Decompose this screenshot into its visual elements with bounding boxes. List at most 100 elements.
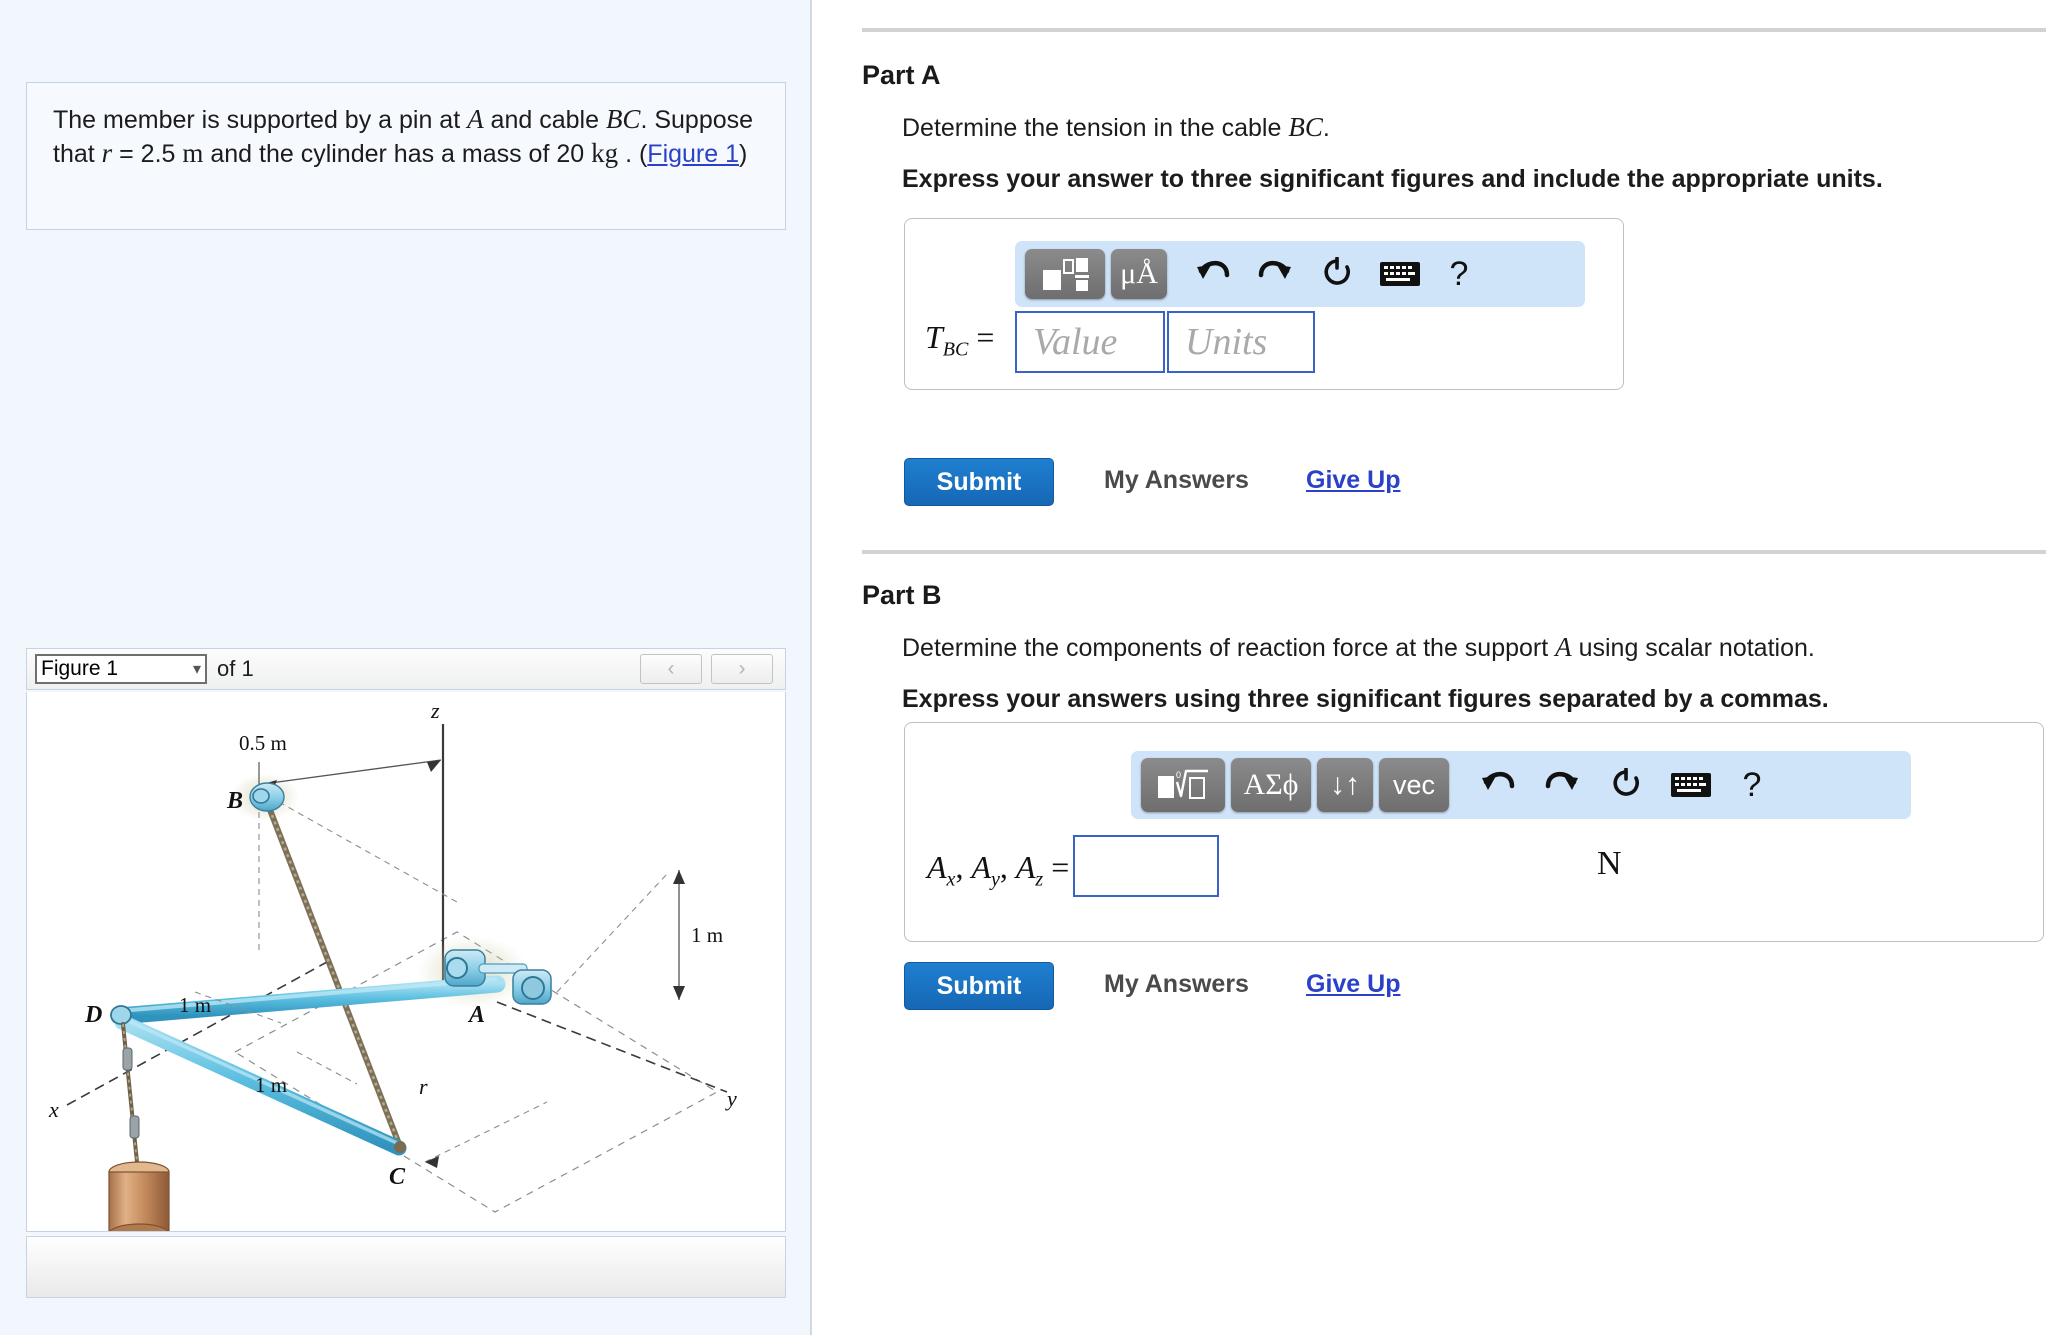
part-b-title: Part B <box>862 580 942 610</box>
part-b-answer-box: 0 ΑΣϕ ↓↑ vec ? Ax, Ay, Az = N <box>904 722 2044 942</box>
reset-icon[interactable] <box>1597 758 1655 812</box>
part-a-submit-button[interactable]: Submit <box>904 458 1054 506</box>
keyboard-icon[interactable] <box>1661 758 1721 812</box>
part-b-question: Determine the components of reaction for… <box>902 632 1815 663</box>
part-b-instruction: Express your answers using three signifi… <box>902 685 1829 713</box>
cable-d-cylinder <box>121 1022 140 1164</box>
divider-part-a <box>862 28 2046 32</box>
undo-glyph <box>1197 261 1230 279</box>
part-b-label-ay: A <box>971 849 991 885</box>
problem-var-bc: BC <box>605 104 641 134</box>
dimension-label-r: r <box>419 1074 428 1099</box>
axis-label-y: y <box>725 1086 737 1111</box>
dimension-1m-lower: 1 m <box>255 1051 358 1097</box>
divider-part-b <box>862 550 2046 554</box>
problem-text-5: and the cylinder has a mass of 20 <box>203 140 592 168</box>
part-a-label-sub: BC <box>942 338 969 361</box>
figure-count-label: of 1 <box>217 656 254 681</box>
figure-select-dropdown[interactable]: Figure 1 ▾ <box>35 654 207 684</box>
axis-label-z: z <box>430 698 440 723</box>
problem-text-2: and cable <box>483 106 606 134</box>
vector-icon[interactable]: vec <box>1379 758 1449 812</box>
figure-1-link[interactable]: Figure 1 <box>647 140 739 168</box>
figure-canvas: z x y 0.5 m 1 m B A D C 1 m 1 m r <box>26 692 786 1232</box>
chevron-down-icon: ▾ <box>192 661 201 678</box>
page-root: The member is supported by a pin at A an… <box>0 0 2046 1335</box>
part-b-submit-button[interactable]: Submit <box>904 962 1054 1010</box>
axis-y <box>496 1001 728 1093</box>
point-label-d: D <box>84 1002 102 1028</box>
right-panel: Part A Determine the tension in the cabl… <box>814 0 2046 1335</box>
part-a-question: Determine the tension in the cable BC. <box>902 112 1330 143</box>
part-b-unit-label: N <box>1597 845 1622 882</box>
keyboard-icon[interactable] <box>1371 249 1429 299</box>
problem-text-6: . ( <box>618 140 648 168</box>
redo-glyph <box>1545 772 1578 790</box>
point-label-a: A <box>467 1002 485 1028</box>
part-b-my-answers-link[interactable]: My Answers <box>1104 970 1249 999</box>
part-a-question-end: . <box>1322 114 1330 142</box>
part-a-answer-box: μÅ ? TBC = Value Units <box>904 218 1624 390</box>
part-a-instruction: Express your answer to three significant… <box>902 165 1883 193</box>
undo-glyph <box>1482 772 1515 790</box>
arrows-icon[interactable]: ↓↑ <box>1317 758 1373 812</box>
help-icon[interactable]: ? <box>1727 758 1777 812</box>
sqrt-template-icon[interactable]: 0 <box>1141 758 1225 812</box>
part-a-units-input[interactable]: Units <box>1167 311 1315 373</box>
units-icon[interactable]: μÅ <box>1111 249 1167 299</box>
part-a-toolbar: μÅ ? <box>1015 241 1585 307</box>
reset-icon[interactable] <box>1309 249 1365 299</box>
figure-select-value: Figure 1 <box>41 657 119 680</box>
part-a-my-answers-link[interactable]: My Answers <box>1104 466 1249 495</box>
axis-x <box>66 961 328 1106</box>
dimension-label-1m-upper: 1 m <box>179 993 211 1017</box>
redo-glyph <box>1258 261 1291 279</box>
problem-text-7: ) <box>739 140 748 168</box>
help-icon[interactable]: ? <box>1435 249 1483 299</box>
part-a-value-input[interactable]: Value <box>1015 311 1165 373</box>
part-a-label-t: T <box>925 319 943 355</box>
reset-glyph <box>1324 257 1350 285</box>
pin-support-d <box>110 1005 132 1025</box>
redo-icon[interactable] <box>1533 758 1591 812</box>
template-glyph <box>1043 258 1089 291</box>
dimension-1m-vertical: 1 m <box>673 870 723 1000</box>
point-c <box>394 1141 406 1153</box>
part-b-label-az: A <box>1015 849 1036 885</box>
figure-next-button[interactable]: › <box>711 654 773 684</box>
part-a-question-var: BC <box>1288 112 1323 142</box>
figure-footer-bar <box>26 1236 786 1298</box>
figure-nav-buttons: ‹ › <box>640 654 777 684</box>
part-a-title: Part A <box>862 60 941 90</box>
part-a-question-text: Determine the tension in the cable <box>902 114 1289 142</box>
part-b-label-ax: A <box>927 849 947 885</box>
problem-statement-box: The member is supported by a pin at A an… <box>26 82 786 230</box>
part-a-give-up-link[interactable]: Give Up <box>1306 466 1400 495</box>
problem-text-4: = 2.5 <box>112 140 183 168</box>
dimension-label-0-5m: 0.5 m <box>239 731 287 755</box>
redo-icon[interactable] <box>1247 249 1303 299</box>
part-b-give-up-link[interactable]: Give Up <box>1306 970 1400 999</box>
point-label-c: C <box>389 1164 406 1190</box>
undo-icon[interactable] <box>1185 249 1241 299</box>
left-panel: The member is supported by a pin at A an… <box>0 0 812 1335</box>
part-b-question-var: A <box>1555 632 1572 662</box>
dimension-label-1m-lower: 1 m <box>255 1073 287 1097</box>
cylinder-mass <box>108 1161 170 1231</box>
mechanics-diagram: z x y 0.5 m 1 m B A D C 1 m 1 m r <box>48 698 737 1231</box>
dimension-label-1m-right: 1 m <box>691 923 723 947</box>
keyboard-glyph <box>1380 262 1420 286</box>
figure-prev-button[interactable]: ‹ <box>640 654 702 684</box>
svg-text:0: 0 <box>1176 770 1181 780</box>
part-b-answer-input[interactable] <box>1073 835 1219 897</box>
pin-support-b <box>249 782 285 812</box>
greek-symbols-icon[interactable]: ΑΣϕ <box>1231 758 1311 812</box>
problem-statement-text: The member is supported by a pin at A an… <box>53 103 759 171</box>
part-b-sub-y: y <box>990 868 1000 891</box>
keyboard-glyph <box>1671 773 1711 797</box>
undo-icon[interactable] <box>1469 758 1527 812</box>
part-b-label-eq: = <box>1051 849 1070 885</box>
part-b-toolbar: 0 ΑΣϕ ↓↑ vec ? <box>1131 751 1911 819</box>
template-icon[interactable] <box>1025 249 1105 299</box>
axis-label-x: x <box>48 1097 59 1122</box>
